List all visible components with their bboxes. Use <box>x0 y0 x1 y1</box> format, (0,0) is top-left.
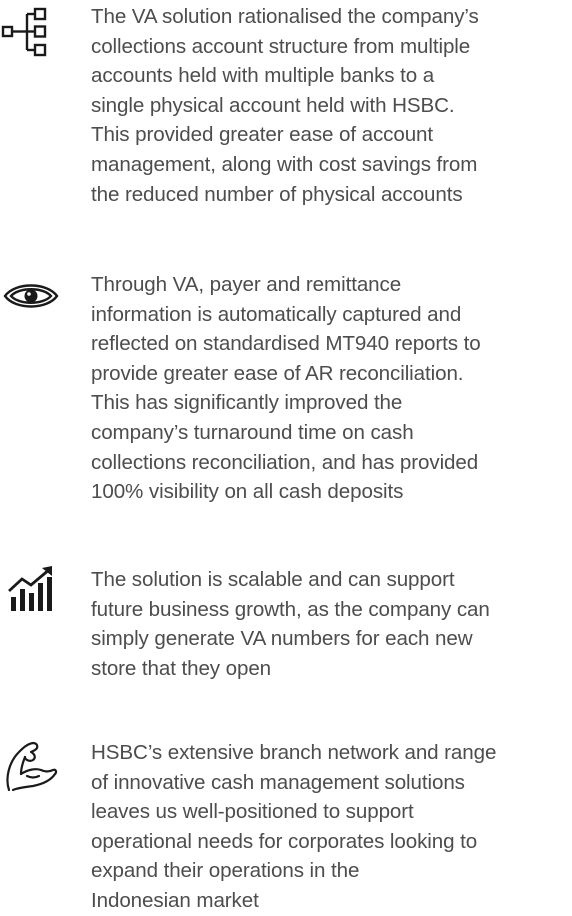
benefit-text: The solution is scalable and can support… <box>91 568 490 680</box>
growth-chart-icon <box>0 564 62 614</box>
eye-icon <box>0 276 62 316</box>
flexed-arm-icon <box>0 738 62 794</box>
hierarchy-tree-icon <box>0 6 62 60</box>
benefit-text: The VA solution rationalised the company… <box>91 5 479 206</box>
benefit-text: Through VA, payer and remittance informa… <box>91 273 481 504</box>
benefit-text: HSBC’s extensive branch network and rang… <box>91 741 497 912</box>
